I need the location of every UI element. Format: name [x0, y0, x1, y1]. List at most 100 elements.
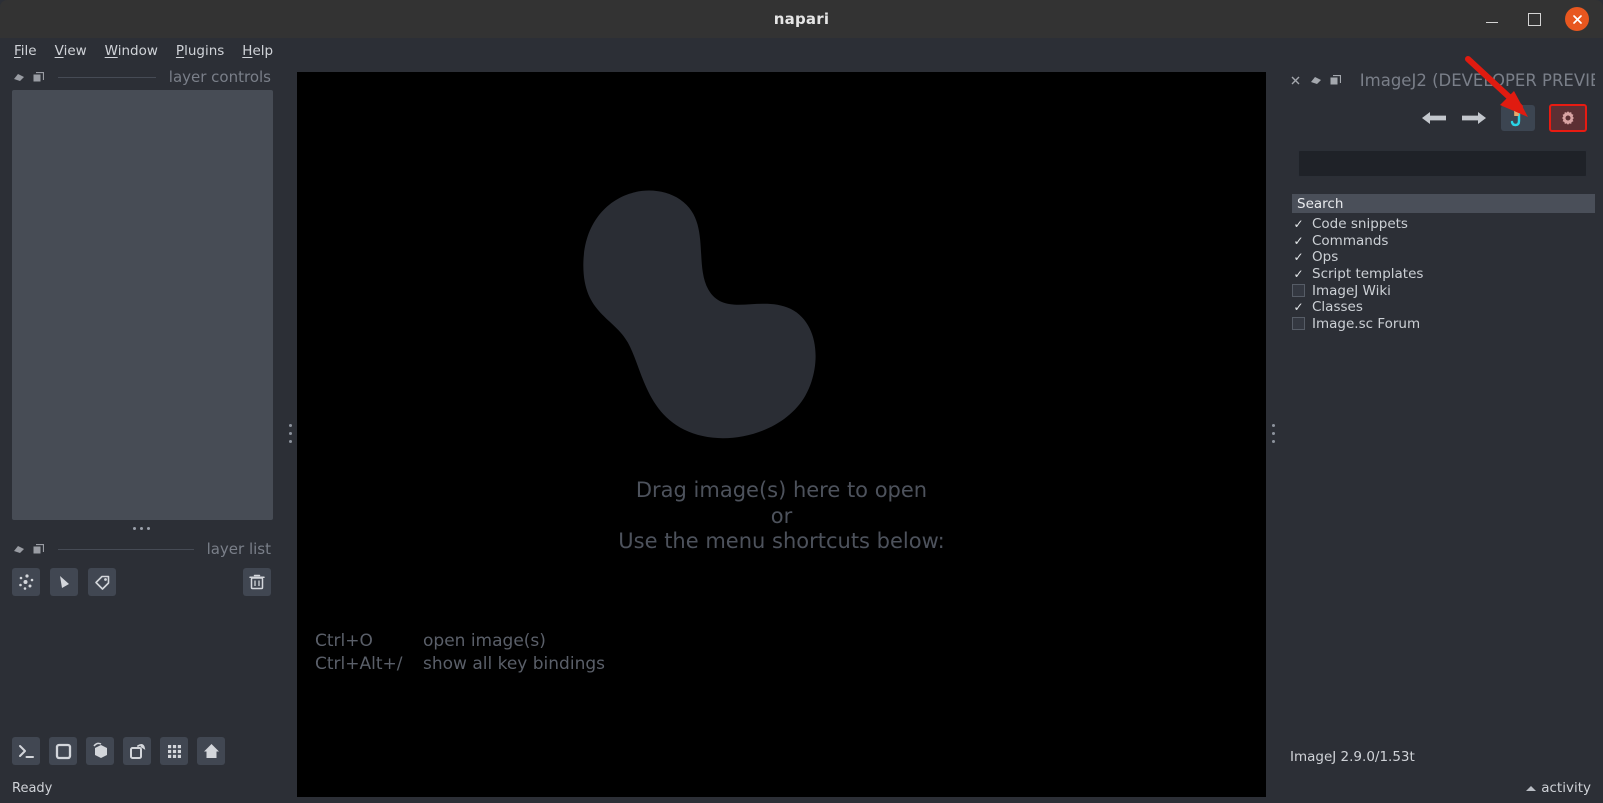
trash-icon [249, 574, 265, 590]
new-points-layer-button[interactable] [12, 568, 40, 596]
shortcut-action: show all key bindings [423, 654, 605, 675]
filter-label: Ops [1312, 249, 1339, 266]
dock-icon[interactable] [32, 71, 45, 84]
imagej-version-label: ImageJ 2.9.0/1.53t [1290, 749, 1415, 765]
float-icon[interactable] [12, 543, 25, 556]
float-icon[interactable] [1310, 74, 1322, 87]
right-panel-spacer [1280, 332, 1603, 749]
ndisplay-3d-button[interactable] [86, 737, 114, 765]
dock-icon[interactable] [32, 543, 45, 556]
menu-window[interactable]: Window [101, 41, 172, 61]
filter-row-commands[interactable]: ✓ Commands [1292, 233, 1603, 250]
filter-row-image-sc-forum[interactable]: Image.sc Forum [1292, 316, 1603, 333]
new-labels-layer-button[interactable] [88, 568, 116, 596]
home-icon [203, 743, 219, 758]
napari-window: napari File View Window Plugins Help lay… [0, 0, 1603, 803]
cube-icon [92, 742, 107, 758]
filter-row-imagej-wiki[interactable]: ImageJ Wiki [1292, 282, 1603, 299]
menu-bar: File View Window Plugins Help [0, 38, 1603, 64]
grid-icon [167, 744, 181, 758]
terminal-icon [18, 744, 34, 758]
dock-icon[interactable] [1330, 74, 1342, 87]
checkbox-checked-icon[interactable]: ✓ [1292, 300, 1305, 314]
activity-label: activity [1541, 780, 1591, 796]
imagej2-toolbar [1280, 90, 1603, 132]
checkbox-unchecked-icon[interactable] [1292, 284, 1305, 298]
new-shapes-layer-button[interactable] [50, 568, 78, 596]
menu-view-label: iew [63, 43, 87, 59]
imagej2-dock-panel: ImageJ2 (DEVELOPER PREVIEW Search ✓ Code… [1280, 64, 1603, 803]
left-splitter-handle[interactable] [283, 64, 297, 803]
shortcut-row: Ctrl+O open image(s) [315, 630, 605, 653]
menu-file-label: ile [20, 43, 37, 59]
shortcut-key: Ctrl+O [315, 631, 373, 652]
filter-label: ImageJ Wiki [1312, 282, 1391, 299]
square-icon [55, 743, 71, 759]
viewer-canvas[interactable]: Drag image(s) here to open or Use the me… [297, 72, 1266, 797]
menu-help-label: elp [252, 43, 274, 59]
layer-action-buttons [0, 560, 283, 596]
labels-icon [94, 575, 109, 590]
menu-view[interactable]: View [51, 41, 101, 61]
title-bar: napari [0, 0, 1603, 38]
close-icon[interactable] [1290, 74, 1302, 87]
napari-logo-blob [583, 190, 817, 439]
layer-controls-body [12, 90, 273, 520]
layer-list-body[interactable] [0, 596, 283, 729]
shortcut-row: Ctrl+Alt+/ show all key bindings [315, 653, 605, 676]
right-splitter-handle[interactable] [1266, 64, 1280, 803]
close-icon [1572, 14, 1582, 24]
close-button[interactable] [1565, 7, 1589, 31]
window-controls [1481, 0, 1589, 38]
window-title: napari [773, 10, 830, 28]
filter-row-code-snippets[interactable]: ✓ Code snippets [1292, 216, 1603, 233]
checkbox-checked-icon[interactable]: ✓ [1292, 267, 1305, 281]
imagej-logo-button[interactable] [1501, 105, 1535, 131]
filter-label: Script templates [1312, 266, 1424, 283]
rotate-icon [129, 743, 145, 759]
layer-controls-title: layer controls [168, 68, 271, 86]
filter-label: Commands [1312, 232, 1389, 249]
search-section-label: Search [1297, 195, 1344, 212]
menu-help[interactable]: Help [238, 41, 287, 61]
menu-plugins[interactable]: Plugins [172, 41, 238, 61]
imagej2-panel-header: ImageJ2 (DEVELOPER PREVIEW [1280, 64, 1603, 90]
checkbox-unchecked-icon[interactable] [1292, 317, 1305, 331]
status-text: Ready [12, 780, 53, 796]
chevron-up-icon [1526, 785, 1537, 791]
arrow-right-icon [1462, 112, 1486, 124]
reset-view-button[interactable] [197, 737, 225, 765]
menu-plugins-label: lugins [184, 43, 225, 59]
back-arrow-button[interactable] [1421, 110, 1447, 126]
minimize-button[interactable] [1481, 8, 1503, 30]
checkbox-checked-icon[interactable]: ✓ [1292, 217, 1305, 231]
imagej2-panel-title: ImageJ2 (DEVELOPER PREVIEW [1359, 70, 1595, 90]
layer-list-header: layer list [0, 536, 283, 560]
search-filters-list: ✓ Code snippets ✓ Commands ✓ Ops ✓ Scrip… [1280, 213, 1603, 332]
settings-gear-button[interactable] [1549, 104, 1587, 132]
imagej2-search-input[interactable] [1298, 150, 1587, 177]
menu-window-label: indow [117, 43, 158, 59]
menu-file[interactable]: File [10, 41, 51, 61]
header-divider [58, 548, 194, 550]
filter-row-classes[interactable]: ✓ Classes [1292, 299, 1603, 316]
activity-button[interactable]: activity [1280, 773, 1603, 803]
shapes-icon [59, 575, 69, 588]
filter-row-ops[interactable]: ✓ Ops [1292, 249, 1603, 266]
console-button[interactable] [12, 737, 40, 765]
ndisplay-2d-button[interactable] [49, 737, 77, 765]
layer-list-title: layer list [206, 540, 271, 558]
delete-layer-button[interactable] [243, 568, 271, 596]
gear-icon [1562, 111, 1574, 125]
roll-dimensions-button[interactable] [123, 737, 151, 765]
shortcut-action: open image(s) [423, 631, 546, 652]
panel-resize-grip[interactable] [0, 520, 283, 536]
checkbox-checked-icon[interactable]: ✓ [1292, 234, 1305, 248]
transpose-button[interactable] [160, 737, 188, 765]
checkbox-checked-icon[interactable]: ✓ [1292, 250, 1305, 264]
filter-row-script-templates[interactable]: ✓ Script templates [1292, 266, 1603, 283]
filter-label: Image.sc Forum [1312, 315, 1421, 332]
maximize-button[interactable] [1523, 8, 1545, 30]
forward-arrow-button[interactable] [1461, 110, 1487, 126]
float-icon[interactable] [12, 71, 25, 84]
